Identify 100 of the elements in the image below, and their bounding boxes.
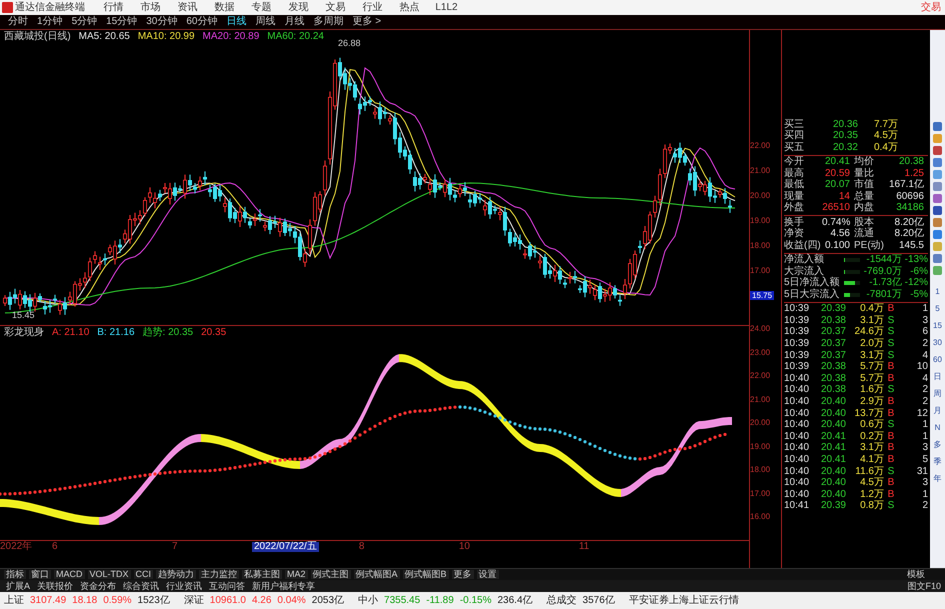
flow-percent: -6% <box>909 266 928 277</box>
side-period-button[interactable]: 月 <box>934 404 942 418</box>
tick-price: 20.41 <box>820 432 846 442</box>
menu-item[interactable]: 热点 <box>391 2 428 12</box>
index-name: 中小 <box>358 596 378 606</box>
template-button[interactable]: 模板 <box>907 570 941 579</box>
period-tab[interactable]: 1分钟 <box>37 17 63 27</box>
index-change: 18.18 <box>72 596 98 606</box>
side-period-button[interactable]: 1 <box>935 285 940 299</box>
period-tab[interactable]: 周线 <box>256 17 276 27</box>
indicator-tab[interactable]: 趋势动力 <box>156 570 196 579</box>
extension-tab[interactable]: 扩展A <box>4 582 32 590</box>
trade-link[interactable]: 交易 <box>921 2 945 12</box>
indicator-tab[interactable]: MACD <box>54 570 84 579</box>
menu-item[interactable]: 发现 <box>280 2 317 12</box>
indicator-tab[interactable]: VOL-TDX <box>88 570 131 579</box>
stat-value: 8.20亿 <box>894 218 925 228</box>
price-axis-label: 17.00 <box>750 266 770 275</box>
stat-label: 外盘 <box>784 203 805 214</box>
tick-volume: 0.8万 <box>859 501 884 512</box>
side-period-button[interactable]: 30 <box>933 336 942 350</box>
extension-tab[interactable]: 资金分布 <box>78 582 118 590</box>
flow-percent: -12% <box>904 278 928 288</box>
indicator-tab[interactable]: 例式幅图A <box>354 570 400 579</box>
indicator-tab[interactable]: 指标 <box>4 570 26 579</box>
tick-volume: 5.7万 <box>859 362 884 372</box>
tick-price: 20.38 <box>820 385 846 396</box>
tick-time: 10:40 <box>784 408 810 419</box>
date-label: 7 <box>172 542 179 552</box>
indicator-tab[interactable]: 设置 <box>476 570 499 579</box>
indicator-axis-label: 19.00 <box>750 442 770 450</box>
indicator-tab[interactable]: MA2 <box>285 570 308 579</box>
side-period-button[interactable]: 5 <box>935 302 940 316</box>
indicator-tab[interactable]: 窗口 <box>29 570 51 579</box>
extension-tab[interactable]: 新用户福利专享 <box>250 582 318 590</box>
book-label: 买五 <box>784 142 805 153</box>
tick-price: 20.39 <box>820 304 846 314</box>
period-tab[interactable]: 分时 <box>8 17 28 27</box>
indicator-name: 彩龙现身 <box>4 328 44 338</box>
stat-value: 20.59 <box>824 168 851 179</box>
period-tab[interactable]: 60分钟 <box>186 17 218 27</box>
tick-volume: 2.9万 <box>859 397 884 408</box>
menu-item[interactable]: 专题 <box>243 2 280 12</box>
menu-item[interactable]: 资讯 <box>169 2 206 12</box>
index-amount: 1523亿 <box>138 596 170 606</box>
stat-label: 换手 <box>784 218 805 228</box>
index-percent: 0.04% <box>277 596 306 606</box>
indicator-tab[interactable]: 例式幅图B <box>402 570 449 579</box>
indicator-tab[interactable]: 主力监控 <box>199 570 240 579</box>
flow-label: 5日净流入额 <box>784 278 841 288</box>
menu-item[interactable]: 行业 <box>354 2 391 12</box>
indicator-axis-label: 20.00 <box>750 418 770 427</box>
tick-side: B <box>886 408 896 419</box>
tick-volume: 1.2万 <box>859 490 884 500</box>
period-tab[interactable]: 更多 > <box>352 17 382 27</box>
period-tab[interactable]: 日线 <box>226 17 246 27</box>
menu-item[interactable]: 数据 <box>206 2 243 12</box>
indicator-axis-label: 18.00 <box>750 465 770 474</box>
menu-item[interactable]: 文易 <box>317 2 354 12</box>
side-period-button[interactable]: N <box>934 421 940 435</box>
ma-value: MA5: 20.65 <box>78 32 130 42</box>
extension-tab[interactable]: 综合资讯 <box>121 582 162 590</box>
tick-price: 20.40 <box>820 420 846 430</box>
side-period-button[interactable]: 60 <box>933 353 942 367</box>
indicator-tab[interactable]: 更多 <box>452 570 474 579</box>
extension-tab[interactable]: 行业资讯 <box>164 582 204 590</box>
f10-button[interactable]: 图文F10 <box>907 582 941 590</box>
period-tab[interactable]: 5分钟 <box>72 17 98 27</box>
menu-item[interactable]: 市场 <box>132 2 169 12</box>
stat-value: 145.5 <box>898 240 925 251</box>
tick-side: B <box>886 478 896 488</box>
extension-tab[interactable]: 互动问答 <box>207 582 248 590</box>
extension-tab[interactable]: 关联报价 <box>35 582 76 590</box>
tick-volume: 0.2万 <box>859 432 884 442</box>
date-label: 11 <box>578 542 590 552</box>
side-period-button[interactable]: 年 <box>934 472 942 486</box>
side-period-button[interactable]: 季 <box>934 455 942 469</box>
price-axis-label: 18.00 <box>750 241 770 250</box>
tick-volume: 4.5万 <box>859 478 884 488</box>
side-period-button[interactable]: 多 <box>934 438 942 452</box>
menu-item[interactable]: L1L2 <box>428 2 465 12</box>
tick-price: 20.40 <box>820 408 846 419</box>
date-label: 2022年 <box>0 542 34 552</box>
period-tab[interactable]: 30分钟 <box>146 17 178 27</box>
period-tab[interactable]: 多周期 <box>314 17 344 27</box>
current-price-label: 15.75 <box>750 291 774 300</box>
price-axis-label: 19.00 <box>750 216 770 225</box>
period-tab[interactable]: 月线 <box>284 17 304 27</box>
indicator-tab[interactable]: CCI <box>134 570 154 579</box>
indicator-tab[interactable]: 例式主图 <box>310 570 351 579</box>
menu-item[interactable]: 行情 <box>95 2 132 12</box>
price-axis-label: 22.00 <box>750 141 770 150</box>
indicator-tab[interactable]: 私募主图 <box>242 570 282 579</box>
total-label: 总成交 <box>546 596 577 606</box>
side-period-button[interactable]: 日 <box>934 370 942 384</box>
tick-time: 10:40 <box>784 466 810 477</box>
side-period-button[interactable]: 15 <box>933 319 942 333</box>
period-tab[interactable]: 15分钟 <box>106 17 138 27</box>
flow-label: 大宗流入 <box>784 266 824 277</box>
side-period-button[interactable]: 周 <box>934 387 942 401</box>
